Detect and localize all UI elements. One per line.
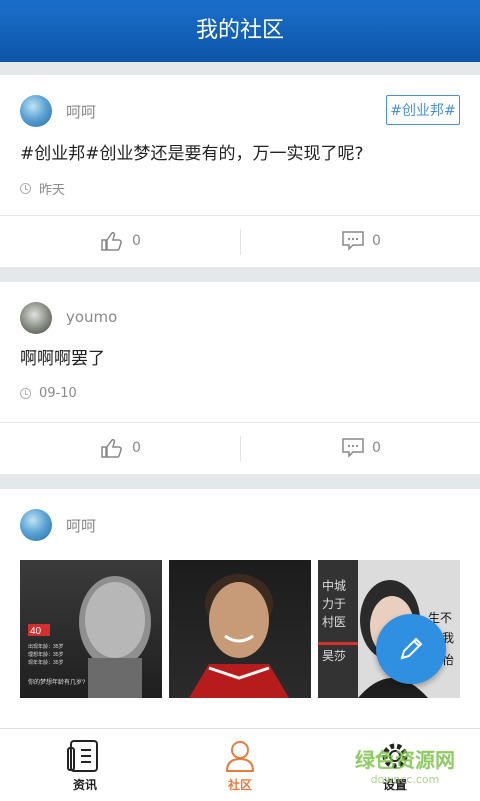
- avatar[interactable]: [20, 95, 52, 127]
- photo-text-big: 40: [30, 626, 42, 637]
- comment-button[interactable]: 0: [342, 438, 381, 458]
- post-time: 09-10: [20, 386, 77, 401]
- post-image-woman-smiling[interactable]: [169, 560, 311, 698]
- post-time: 昨天: [20, 179, 65, 198]
- action-separator: [240, 229, 241, 255]
- post-card[interactable]: youmo 啊啊啊罢了 09-10 0 0: [0, 282, 480, 474]
- like-count: 0: [132, 233, 141, 249]
- comment-icon: [342, 438, 364, 458]
- news-icon: [67, 739, 98, 772]
- thumbs-up-icon: [101, 232, 122, 251]
- man-portrait-photo: 40 出现年龄：35岁 理想年龄：35岁 现年年龄：35岁 你的梦想年龄有几岁?: [28, 576, 151, 698]
- post-time-text: 昨天: [39, 183, 66, 198]
- tab-community[interactable]: 社区: [195, 729, 285, 801]
- post-time-text: 09-10: [39, 386, 77, 401]
- page-title: 我的社区: [0, 0, 480, 62]
- like-count: 0: [132, 440, 141, 456]
- community-icon: [225, 740, 255, 772]
- photo-text-line: 出现年龄：35岁: [28, 643, 64, 650]
- topic-tag[interactable]: #创业邦#: [386, 95, 460, 125]
- photo-text-footer: 你的梦想年龄有几岁?: [28, 678, 86, 686]
- photo-text-line: 中城: [322, 578, 346, 593]
- comment-button[interactable]: 0: [342, 231, 381, 251]
- like-button[interactable]: 0: [100, 231, 141, 251]
- tab-label-community: 社区: [227, 777, 252, 792]
- avatar[interactable]: [20, 302, 52, 334]
- photo-text-line: 昊莎: [322, 649, 346, 663]
- divider: [0, 215, 480, 216]
- watermark: 绿色资源网 downcc.com: [345, 744, 465, 786]
- post-card[interactable]: 呵呵 #创业邦# #创业邦#创业梦还是要有的，万一实现了呢? 昨天 0 0: [0, 75, 480, 267]
- photo-text-line: 现年年龄：35岁: [28, 659, 64, 666]
- post-content[interactable]: 啊啊啊罢了: [20, 344, 105, 369]
- comment-count: 0: [372, 440, 381, 456]
- photo-text-line: 村医: [322, 615, 346, 629]
- post-username[interactable]: 呵呵: [66, 101, 96, 122]
- tab-news[interactable]: 资讯: [40, 729, 130, 801]
- post-content[interactable]: #创业邦#创业梦还是要有的，万一实现了呢?: [20, 139, 364, 164]
- divider: [0, 422, 480, 423]
- comment-icon: [342, 231, 364, 251]
- thumbs-up-icon: [101, 439, 122, 458]
- watermark-text: 绿色资源网: [355, 748, 455, 772]
- clock-icon: [20, 183, 31, 194]
- pencil-icon: [400, 637, 423, 660]
- woman-smiling-photo: [189, 574, 289, 698]
- avatar[interactable]: [20, 509, 52, 541]
- comment-count: 0: [372, 233, 381, 249]
- clock-icon: [20, 388, 31, 399]
- compose-post-button[interactable]: [376, 614, 446, 684]
- tab-label-news: 资讯: [72, 777, 97, 792]
- post-image-man-portrait[interactable]: 40 出现年龄：35岁 理想年龄：35岁 现年年龄：35岁 你的梦想年龄有几岁?: [20, 560, 162, 698]
- watermark-subtext: downcc.com: [370, 773, 440, 786]
- photo-text-line: 理想年龄：35岁: [28, 651, 64, 658]
- photo-text-line: 力于: [322, 597, 346, 611]
- action-separator: [240, 436, 241, 462]
- like-button[interactable]: 0: [100, 438, 141, 458]
- post-username[interactable]: youmo: [66, 308, 117, 326]
- post-username[interactable]: 呵呵: [66, 515, 96, 536]
